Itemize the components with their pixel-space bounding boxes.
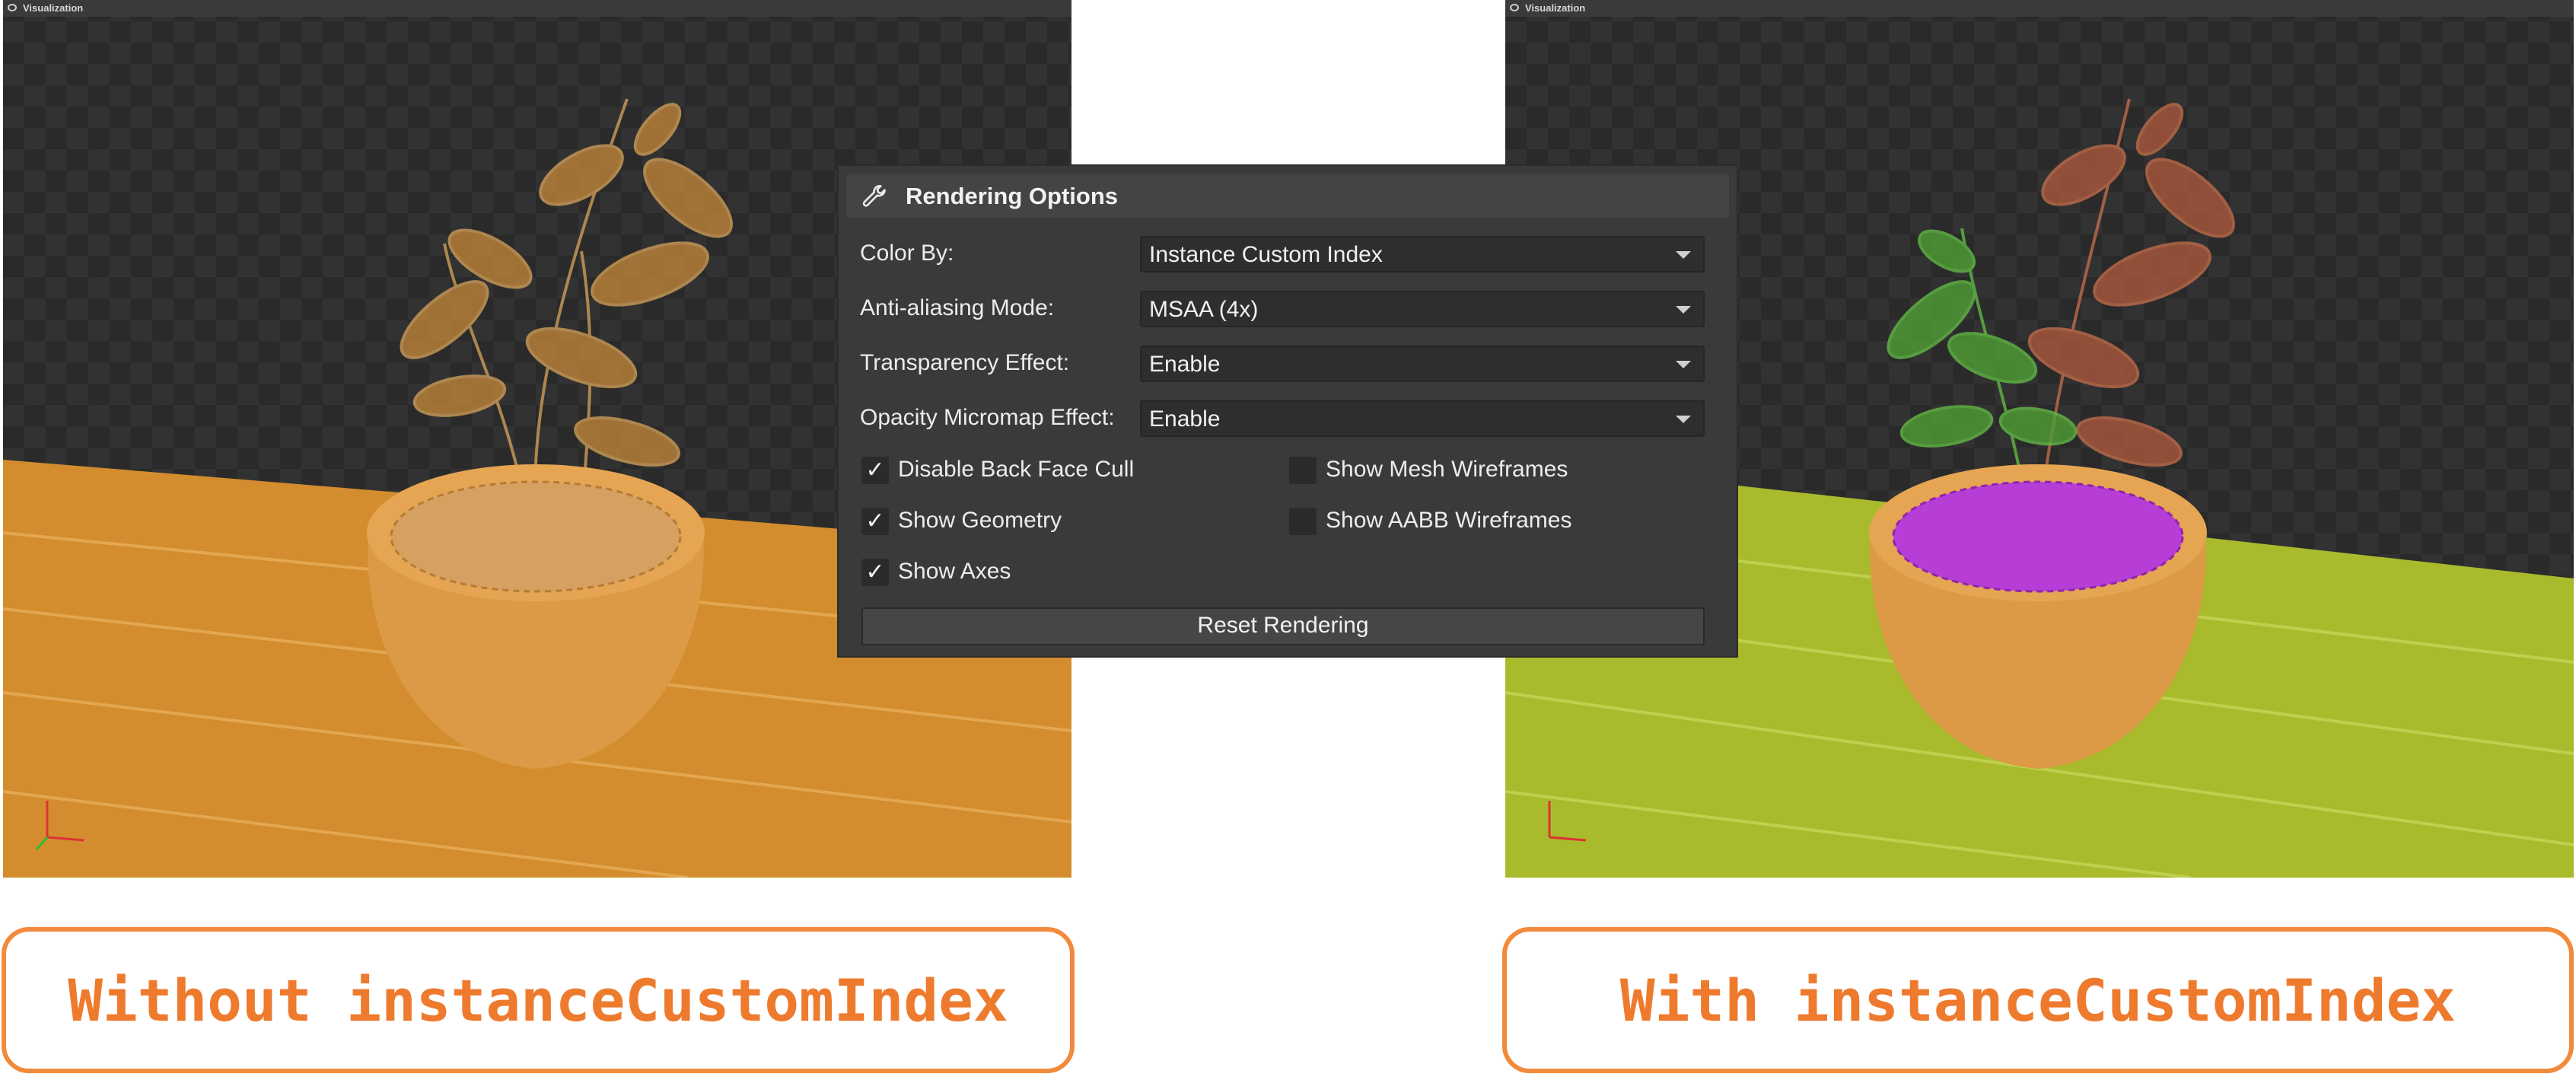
eye-icon xyxy=(8,4,17,11)
check-icon: ✓ xyxy=(861,457,889,484)
show-aabb-wireframes-checkbox[interactable]: Show AABB Wireframes xyxy=(1289,506,1670,538)
show-mesh-wireframes-checkbox[interactable]: Show Mesh Wireframes xyxy=(1289,455,1670,487)
viewport-titlebar: Visualization xyxy=(3,0,1071,17)
check-icon: ✓ xyxy=(861,559,889,586)
checkbox-empty xyxy=(1289,457,1317,484)
transparency-label: Transparency Effect: xyxy=(860,350,1070,375)
transparency-dropdown[interactable]: Enable xyxy=(1140,346,1705,382)
caption-right: With instanceCustomIndex xyxy=(1502,927,2574,1073)
checkbox-label: Show Geometry xyxy=(898,508,1062,533)
checkbox-label: Show Mesh Wireframes xyxy=(1326,457,1568,482)
caption-left: Without instanceCustomIndex xyxy=(2,927,1075,1073)
color-by-value: Instance Custom Index xyxy=(1149,242,1383,267)
checkbox-label: Disable Back Face Cull xyxy=(898,457,1135,482)
rendering-options-panel: Rendering Options Color By: Instance Cus… xyxy=(837,164,1738,658)
anti-aliasing-value: MSAA (4x) xyxy=(1149,297,1259,322)
opacity-micromap-value: Enable xyxy=(1149,406,1221,432)
opacity-micromap-dropdown[interactable]: Enable xyxy=(1140,400,1705,437)
reset-rendering-button[interactable]: Reset Rendering xyxy=(861,607,1705,645)
checkbox-label: Show AABB Wireframes xyxy=(1326,508,1572,533)
checkbox-label: Show Axes xyxy=(898,559,1011,584)
viewport-titlebar: Visualization xyxy=(1505,0,2574,17)
viewport-title: Visualization xyxy=(23,2,84,14)
eye-icon xyxy=(1510,4,1519,11)
check-icon: ✓ xyxy=(861,508,889,535)
chevron-down-icon xyxy=(1676,251,1691,259)
show-geometry-checkbox[interactable]: ✓ Show Geometry xyxy=(861,506,1242,538)
anti-aliasing-dropdown[interactable]: MSAA (4x) xyxy=(1140,291,1705,327)
panel-header: Rendering Options xyxy=(846,174,1729,218)
viewport-title: Visualization xyxy=(1525,2,1586,14)
chevron-down-icon xyxy=(1676,361,1691,368)
show-axes-checkbox[interactable]: ✓ Show Axes xyxy=(861,557,1242,589)
disable-back-face-cull-checkbox[interactable]: ✓ Disable Back Face Cull xyxy=(861,455,1242,487)
color-by-dropdown[interactable]: Instance Custom Index xyxy=(1140,236,1705,272)
wrench-icon xyxy=(862,185,886,207)
chevron-down-icon xyxy=(1676,306,1691,314)
opacity-micromap-label: Opacity Micromap Effect: xyxy=(860,405,1115,430)
anti-aliasing-label: Anti-aliasing Mode: xyxy=(860,295,1055,320)
panel-title: Rendering Options xyxy=(906,183,1118,209)
chevron-down-icon xyxy=(1676,416,1691,423)
plant xyxy=(400,98,733,518)
checkbox-empty xyxy=(1289,508,1317,535)
color-by-label: Color By: xyxy=(860,241,954,266)
transparency-value: Enable xyxy=(1149,352,1221,377)
